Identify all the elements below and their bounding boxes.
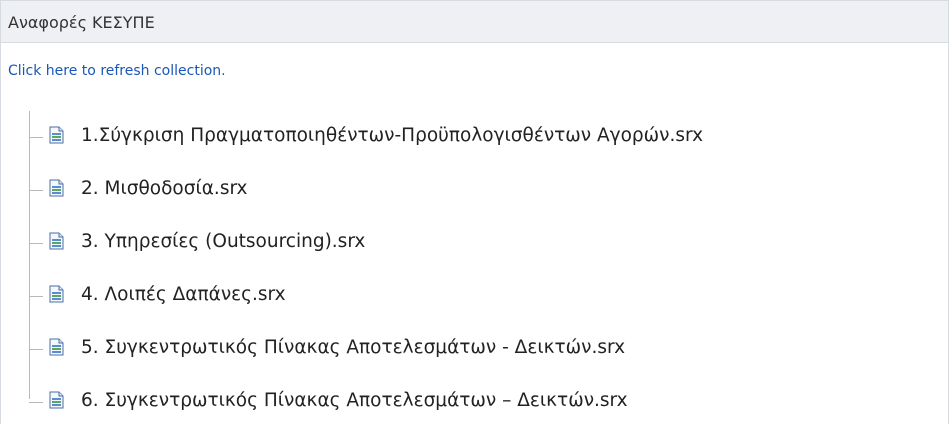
tree-branch-line — [29, 137, 43, 138]
tree-item-label: 2. Μισθοδοσία.srx — [81, 178, 248, 199]
report-file-icon — [49, 391, 64, 409]
tree-branch-line — [29, 243, 43, 244]
report-file-icon — [49, 126, 64, 144]
tree-item-label: 1.Σύγκριση Πραγματοποιηθέντων-Προϋπολογι… — [81, 125, 704, 146]
report-tree: 1.Σύγκριση Πραγματοποιηθέντων-Προϋπολογι… — [21, 111, 941, 429]
panel-title: Αναφορές ΚΕΣΥΠΕ — [8, 13, 155, 32]
tree-item-label: 5. Συγκεντρωτικός Πίνακας Αποτελεσμάτων … — [81, 337, 626, 358]
report-collection-panel: Αναφορές ΚΕΣΥΠΕ Click here to refresh co… — [0, 0, 949, 424]
tree-item-label: 6. Συγκεντρωτικός Πίνακας Αποτελεσμάτων … — [81, 390, 628, 411]
tree-branch-line — [29, 402, 43, 403]
tree-item-report-1[interactable]: 1.Σύγκριση Πραγματοποιηθέντων-Προϋπολογι… — [21, 111, 941, 164]
tree-item-report-3[interactable]: 3. Υπηρεσίες (Outsourcing).srx — [21, 217, 941, 270]
report-file-icon — [49, 179, 64, 197]
tree-branch-line — [29, 349, 43, 350]
tree-branch-line — [29, 296, 43, 297]
tree-item-report-6[interactable]: 6. Συγκεντρωτικός Πίνακας Αποτελεσμάτων … — [21, 376, 941, 429]
tree-item-label: 3. Υπηρεσίες (Outsourcing).srx — [81, 231, 366, 252]
tree-item-report-5[interactable]: 5. Συγκεντρωτικός Πίνακας Αποτελεσμάτων … — [21, 323, 941, 376]
report-file-icon — [49, 285, 64, 303]
panel-header: Αναφορές ΚΕΣΥΠΕ — [1, 1, 948, 43]
tree-item-report-2[interactable]: 2. Μισθοδοσία.srx — [21, 164, 941, 217]
tree-item-report-4[interactable]: 4. Λοιπές Δαπάνες.srx — [21, 270, 941, 323]
tree-item-label: 4. Λοιπές Δαπάνες.srx — [81, 284, 286, 305]
report-file-icon — [49, 232, 64, 250]
report-file-icon — [49, 338, 64, 356]
refresh-collection-link[interactable]: Click here to refresh collection. — [8, 63, 226, 79]
tree-branch-line — [29, 190, 43, 191]
